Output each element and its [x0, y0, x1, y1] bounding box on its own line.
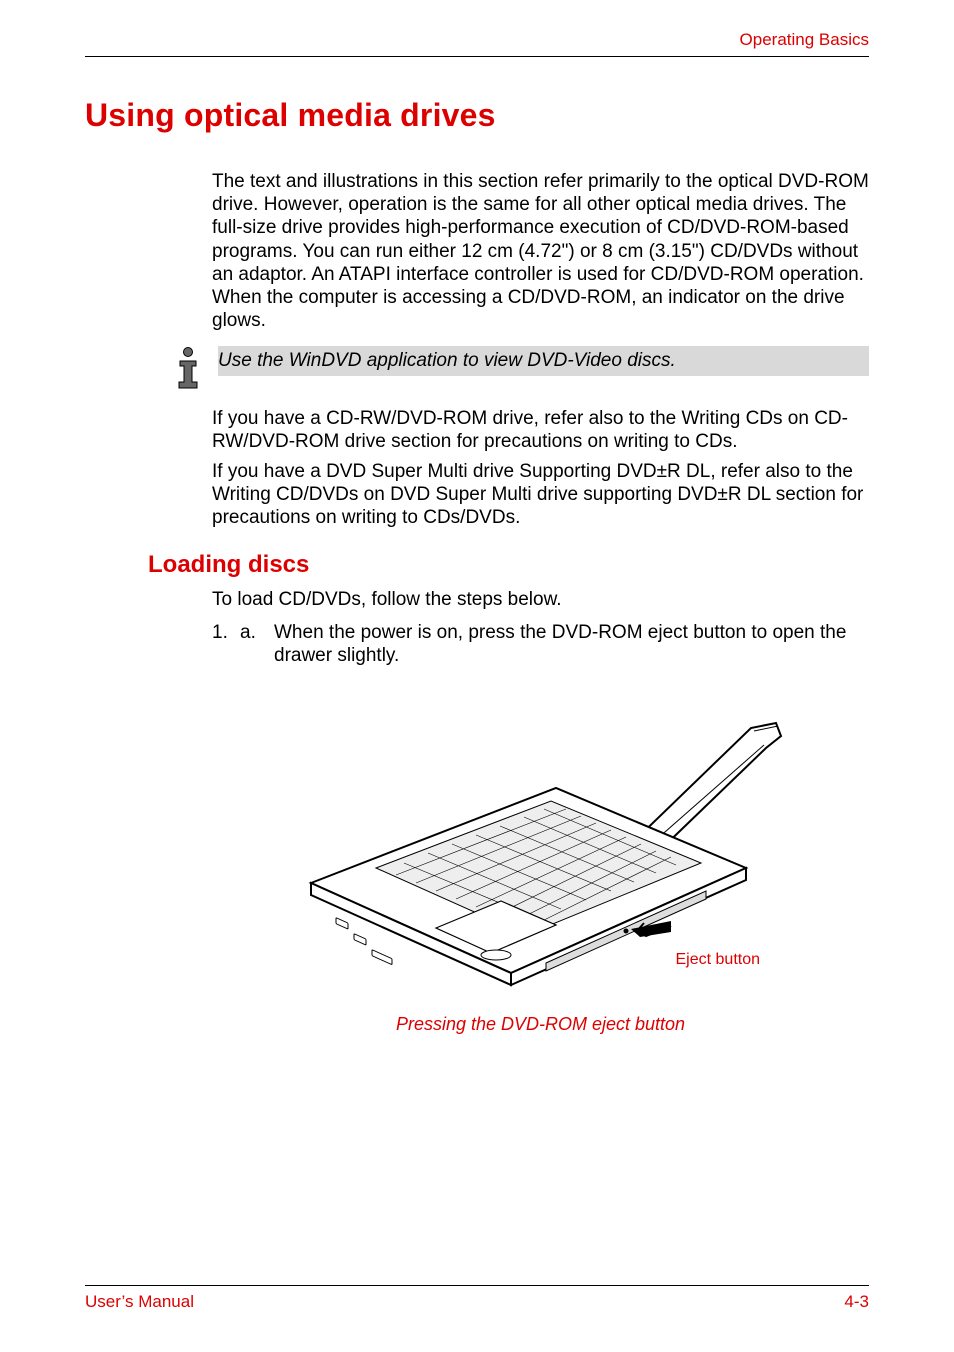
- load-intro: To load CD/DVDs, follow the steps below.: [212, 589, 869, 611]
- note-text: Use the WinDVD application to view DVD-V…: [218, 346, 869, 376]
- step-1: 1. a. When the power is on, press the DV…: [212, 621, 869, 667]
- page-content: Using optical media drives The text and …: [85, 57, 869, 1285]
- laptop-illustration: [276, 703, 806, 993]
- figure: Eject button Pressing the DVD-ROM eject …: [212, 703, 869, 1035]
- figure-caption: Pressing the DVD-ROM eject button: [212, 1014, 869, 1035]
- page-header: Operating Basics: [85, 30, 869, 57]
- paragraph-cdrw: If you have a CD-RW/DVD-ROM drive, refer…: [212, 407, 869, 453]
- sub-heading-loading: Loading discs: [148, 551, 869, 579]
- step-text: When the power is on, press the DVD-ROM …: [274, 621, 869, 667]
- step-alpha: a.: [240, 621, 274, 667]
- callout-eject: Eject button: [676, 951, 761, 969]
- intro-paragraph: The text and illustrations in this secti…: [212, 170, 869, 332]
- section-name: Operating Basics: [740, 30, 869, 50]
- page-footer: User’s Manual 4-3: [85, 1285, 869, 1312]
- info-note: Use the WinDVD application to view DVD-V…: [85, 346, 869, 397]
- info-icon: [168, 346, 216, 397]
- paragraph-supermulti: If you have a DVD Super Multi drive Supp…: [212, 460, 869, 530]
- step-number: 1.: [212, 621, 240, 667]
- main-heading: Using optical media drives: [85, 97, 869, 134]
- footer-left: User’s Manual: [85, 1292, 194, 1312]
- footer-right: 4-3: [844, 1292, 869, 1312]
